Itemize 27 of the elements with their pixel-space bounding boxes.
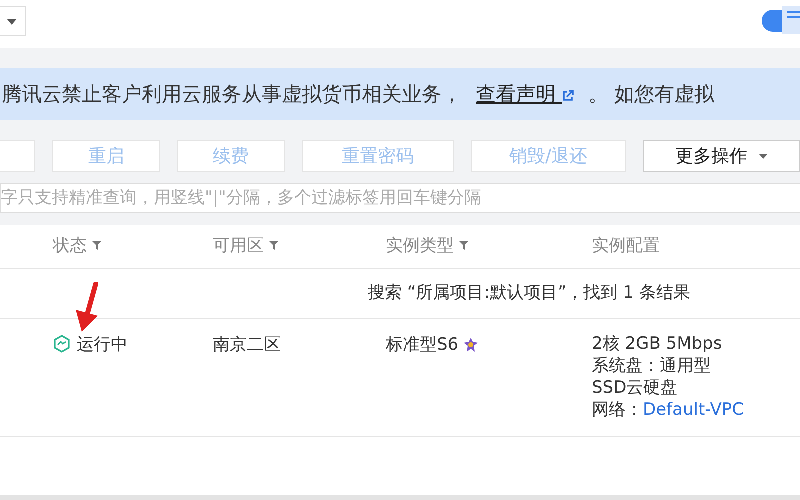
column-header[interactable]: 实例类型 [386,236,470,256]
instance-type: 标准型S6 [386,335,459,355]
zone-text: 南京二区 [213,335,281,355]
notice-text: 。 如您有虚拟 [588,81,715,108]
dropdown[interactable] [0,6,26,36]
search-field[interactable]: 字只支持精准查询，用竖线"|"分隔，多个过滤标签用回车键分隔 [0,183,800,213]
vpc-link[interactable]: Default-VPC [643,400,744,420]
badge-icon [464,338,478,352]
statement-link[interactable]: 查看声明 [476,79,574,109]
toggle-icon[interactable] [760,6,800,34]
column-header[interactable]: 状态 [53,236,102,256]
config-text: SSD云硬盘 [592,377,679,399]
result-summary: 搜索 “所属项目:默认项目”，找到 1 条结果 [368,282,690,305]
filter-icon[interactable] [92,240,102,250]
caret-icon [7,19,17,25]
notice-text: 腾讯云禁止客户利用云服务从事虚拟货币相关业务， [2,81,462,108]
filter-icon[interactable] [459,240,470,250]
config-text: 2核 2GB 5Mbps [592,333,724,355]
running-status-icon [53,335,71,353]
external-link-icon [562,90,574,102]
filter-icon[interactable] [269,240,280,250]
column-header: 实例配置 [592,236,660,256]
config-text: 系统盘：通用型 [592,355,712,377]
network-label: 网络： [592,400,643,420]
status-text: 运行中 [77,335,128,355]
column-header[interactable]: 可用区 [213,236,280,256]
more-actions-button[interactable]: 更多操作 [643,140,800,172]
